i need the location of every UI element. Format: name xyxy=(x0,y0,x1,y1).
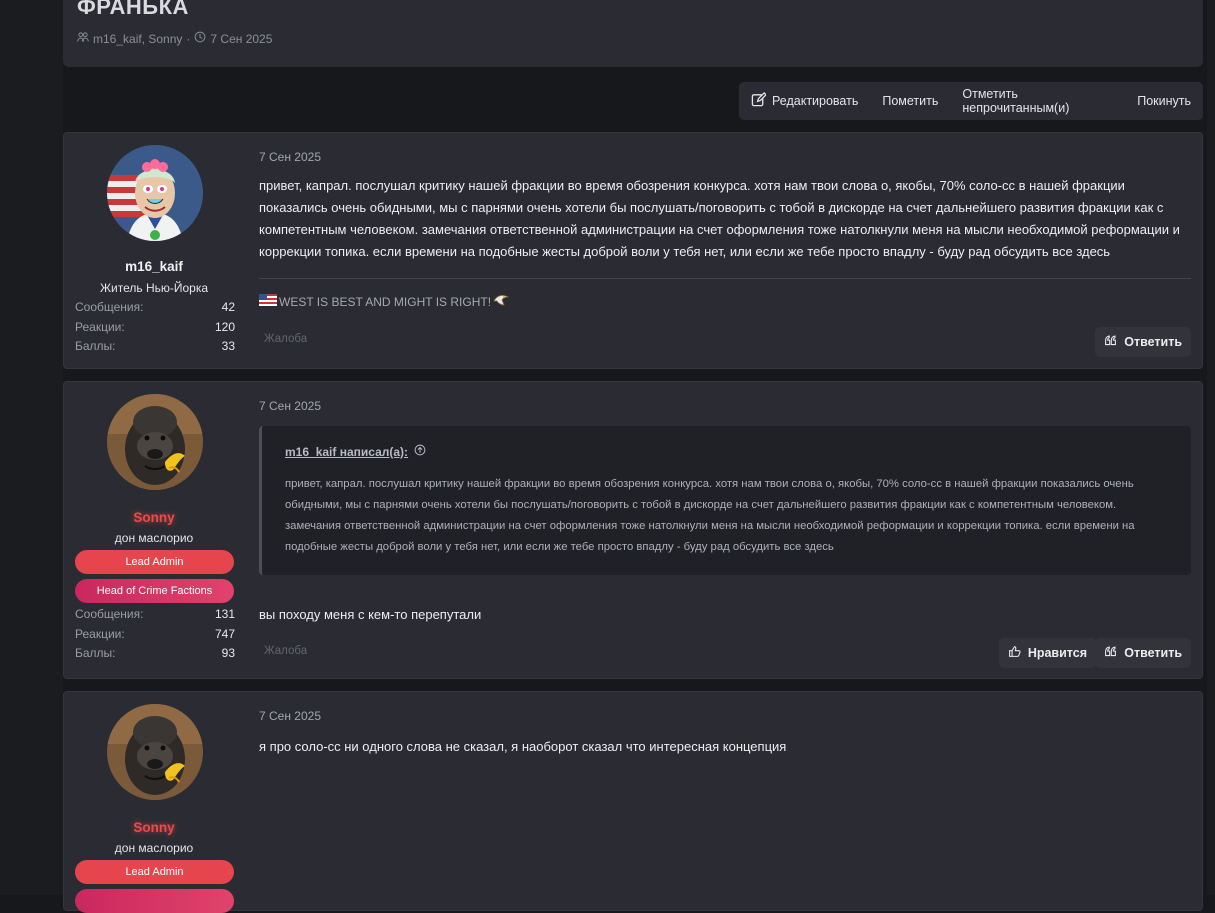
eagle-icon xyxy=(493,293,510,310)
badge-lead-admin: Lead Admin xyxy=(75,860,234,884)
username[interactable]: m16_kaif xyxy=(64,259,244,274)
avatar[interactable] xyxy=(107,704,203,800)
us-flag-icon xyxy=(259,294,277,309)
stat-messages: Сообщения: 131 xyxy=(75,607,235,621)
post-date[interactable]: 7 Сен 2025 xyxy=(259,150,321,164)
post-text: вы походу меня с кем-то перепутали xyxy=(259,607,482,622)
like-label: Нравится xyxy=(1027,646,1087,660)
badge-head-of-crime-factions: Head of Crime Factions xyxy=(75,579,234,603)
avatar[interactable] xyxy=(107,394,203,490)
left-gutter xyxy=(0,0,63,895)
right-gutter xyxy=(1207,0,1215,895)
signature-divider xyxy=(259,278,1191,279)
report-link[interactable]: Жалоба xyxy=(264,333,307,345)
quote-text: привет, капрал. послушал критику нашей ф… xyxy=(285,478,1135,553)
stat-messages: Сообщения: 42 xyxy=(75,300,235,314)
post-date[interactable]: 7 Сен 2025 xyxy=(259,709,321,723)
avatar[interactable] xyxy=(107,145,203,241)
thread-header: ФРАНЬКА m16_kaif, Sonny · 7 Сен 2025 xyxy=(63,0,1203,67)
stat-reactions: Реакции: 747 xyxy=(75,626,235,641)
quote-icon xyxy=(1104,645,1117,661)
signature-text: WEST IS BEST AND MIGHT IS RIGHT! xyxy=(279,294,492,309)
leave-button[interactable]: Покинуть xyxy=(1125,82,1203,120)
user-title: Житель Нью-Йорка xyxy=(99,281,209,295)
post: Sonny дон маслорио Lead Admin Head of Cr… xyxy=(63,381,1203,679)
like-button[interactable]: Нравится xyxy=(998,638,1096,668)
reply-button[interactable]: Ответить xyxy=(1095,327,1191,357)
stat-points: Баллы: 33 xyxy=(75,339,235,353)
post-text: привет, капрал. послушал критику нашей ф… xyxy=(259,178,1180,259)
mark-label: Пометить xyxy=(882,94,939,108)
participants-icon xyxy=(77,31,89,46)
report-link[interactable]: Жалоба xyxy=(264,645,307,657)
thread-date[interactable]: 7 Сен 2025 xyxy=(210,32,272,46)
edit-label: Редактировать xyxy=(772,94,859,108)
post: m16_kaif Житель Нью-Йорка Сообщения: 42 Р… xyxy=(63,132,1203,369)
reply-label: Ответить xyxy=(1124,646,1182,660)
quote-author-link[interactable]: m16_kaif написал(а): xyxy=(285,444,426,459)
mark-unread-label: Отметить непрочитанным(и) xyxy=(962,87,1070,115)
signature: WEST IS BEST AND MIGHT IS RIGHT! xyxy=(259,293,510,310)
post-text: я про соло-сс ни одного слова не сказал,… xyxy=(259,739,787,754)
thread-title: ФРАНЬКА xyxy=(77,0,189,19)
quote-author: m16_kaif написал(а): xyxy=(285,444,409,459)
edit-button[interactable]: Редактировать xyxy=(739,82,870,120)
edit-icon xyxy=(751,92,767,110)
thread-participants[interactable]: m16_kaif, Sonny xyxy=(93,32,182,46)
user-stats: Сообщения: 131 Реакции: 747 Баллы: 93 xyxy=(75,607,235,666)
thread-actions-bar: Редактировать Пометить Отметить непрочит… xyxy=(739,82,1203,120)
stat-reactions: Реакции: 120 xyxy=(75,319,235,334)
post: Sonny дон маслорио Lead Admin 7 Сен 2025… xyxy=(63,691,1203,913)
badge-partial xyxy=(75,889,234,913)
clock-icon xyxy=(194,31,206,46)
quote-icon xyxy=(1104,334,1117,350)
post-date[interactable]: 7 Сен 2025 xyxy=(259,399,321,413)
reply-button[interactable]: Ответить xyxy=(1095,638,1191,668)
username[interactable]: Sonny xyxy=(64,510,244,525)
reply-label: Ответить xyxy=(1124,335,1182,349)
stat-points: Баллы: 93 xyxy=(75,646,235,660)
badge-lead-admin: Lead Admin xyxy=(75,550,234,574)
mark-unread-button[interactable]: Отметить непрочитанным(и) xyxy=(950,82,1125,120)
username[interactable]: Sonny xyxy=(64,820,244,835)
meta-separator: · xyxy=(186,31,191,46)
mark-button[interactable]: Пометить xyxy=(870,82,950,120)
user-stats: Сообщения: 42 Реакции: 120 Баллы: 33 xyxy=(75,300,235,359)
leave-label: Покинуть xyxy=(1137,94,1191,108)
thumbs-up-icon xyxy=(1008,645,1021,661)
quote-block: m16_kaif написал(а): привет, капрал. пос… xyxy=(259,426,1191,575)
thread-meta: m16_kaif, Sonny · 7 Сен 2025 xyxy=(77,31,272,46)
user-title: дон маслорио xyxy=(114,841,194,855)
arrow-up-circle-icon xyxy=(414,444,426,459)
user-title: дон маслорио xyxy=(114,531,194,545)
